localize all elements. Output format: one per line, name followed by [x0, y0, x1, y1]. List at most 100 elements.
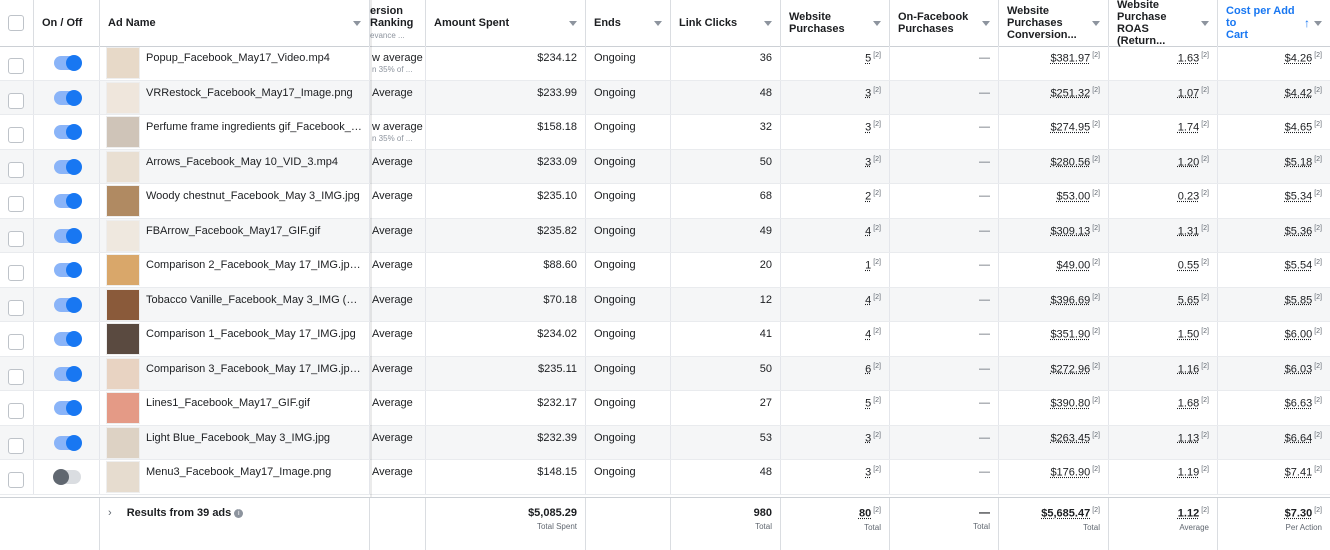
cell-conversion[interactable]: $53.00 [2] [999, 184, 1109, 218]
sort-caret-icon[interactable] [1201, 20, 1209, 26]
table-row[interactable]: VRRestock_Facebook_May17_Image.png Averag… [0, 80, 1330, 115]
table-row[interactable]: FBArrow_Facebook_May17_GIF.gif Average $23… [0, 218, 1330, 253]
chevron-right-icon[interactable]: › [108, 507, 112, 519]
cell-cpatc[interactable]: $6.64 [2] [1218, 426, 1330, 460]
ad-toggle[interactable] [53, 469, 81, 485]
ad-thumbnail[interactable] [106, 150, 140, 183]
cell-purchases[interactable]: 5 [2] [781, 46, 890, 80]
cell-roas[interactable]: 1.50 [2] [1109, 322, 1218, 356]
cell-cpatc[interactable]: $5.36 [2] [1218, 219, 1330, 253]
ad-name-link[interactable]: FBArrow_Facebook_May17_GIF.gif [146, 225, 362, 237]
sort-caret-icon[interactable] [873, 20, 881, 26]
cell-purchases[interactable]: 3 [2] [781, 80, 890, 114]
ad-name-link[interactable]: Perfume frame ingredients gif_Facebook_M… [146, 121, 362, 133]
cell-purchases[interactable]: 4 [2] [781, 322, 890, 356]
row-checkbox[interactable] [8, 92, 24, 109]
cell-cpatc[interactable]: $4.26 [2] [1218, 46, 1330, 80]
row-checkbox[interactable] [8, 58, 24, 74]
ad-thumbnail[interactable] [106, 185, 140, 217]
col-website-purchases[interactable]: Website Purchases [781, 0, 890, 46]
ad-thumbnail[interactable] [106, 81, 140, 114]
cell-conversion[interactable]: $309.13 [2] [999, 218, 1109, 252]
cell-roas[interactable]: 5.65 [2] [1109, 287, 1218, 321]
cell-purchases[interactable]: 3 [2] [781, 149, 890, 183]
cell-cpatc[interactable]: $6.03 [2] [1218, 357, 1330, 391]
table-row[interactable]: Arrows_Facebook_May 10_VID_3.mp4 Average $… [0, 149, 1330, 184]
ad-toggle[interactable] [54, 55, 82, 71]
col-website-purchase-roas[interactable]: Website Purchase ROAS (Return... [1109, 0, 1218, 47]
cell-roas[interactable]: 1.16 [2] [1109, 356, 1218, 390]
cell-roas[interactable]: 1.31 [2] [1109, 218, 1218, 252]
table-row[interactable]: Light Blue_Facebook_May 3_IMG.jpg Average… [0, 425, 1330, 460]
cell-cpatc[interactable]: $4.42 [2] [1218, 81, 1330, 115]
row-checkbox[interactable] [8, 127, 24, 143]
ad-toggle[interactable] [54, 193, 82, 209]
ad-thumbnail[interactable] [106, 254, 140, 286]
cell-purchases[interactable]: 6 [2] [781, 356, 890, 390]
col-amount-spent[interactable]: Amount Spent [426, 0, 586, 46]
row-checkbox[interactable] [8, 230, 24, 247]
row-checkbox[interactable] [8, 161, 24, 178]
ad-name-link[interactable]: Menu3_Facebook_May17_Image.png [146, 466, 362, 478]
select-all-checkbox[interactable] [8, 15, 24, 31]
cell-conversion[interactable]: $351.90 [2] [999, 322, 1109, 356]
ad-name-link[interactable]: Lines1_Facebook_May17_GIF.gif [146, 397, 362, 409]
info-icon[interactable]: i [234, 508, 244, 518]
col-website-purchases-conversion[interactable]: Website Purchases Conversion... [999, 0, 1109, 46]
ad-toggle[interactable] [54, 434, 82, 451]
cell-conversion[interactable]: $263.45 [2] [999, 425, 1109, 459]
col-on-off[interactable]: On / Off [34, 0, 100, 46]
cell-conversion[interactable]: $390.80 [2] [999, 391, 1109, 425]
cell-conversion[interactable]: $272.96 [2] [999, 356, 1109, 390]
ad-toggle[interactable] [54, 89, 82, 106]
table-row[interactable]: Tobacco Vanille_Facebook_May 3_IMG (1).j… [0, 287, 1330, 322]
cell-conversion[interactable]: $49.00 [2] [999, 253, 1109, 287]
ad-toggle[interactable] [54, 400, 82, 416]
cell-roas[interactable]: 1.63 [2] [1109, 46, 1218, 80]
row-checkbox[interactable] [8, 334, 24, 350]
cell-roas[interactable]: 1.74 [2] [1109, 115, 1218, 149]
row-checkbox[interactable] [8, 472, 24, 488]
sort-ascending-icon[interactable]: ↑ [1304, 16, 1310, 30]
sort-caret-icon[interactable] [654, 20, 662, 26]
cell-conversion[interactable]: $396.69 [2] [999, 287, 1109, 321]
cell-cpatc[interactable]: $5.34 [2] [1218, 184, 1330, 218]
sort-caret-icon[interactable] [1314, 20, 1322, 26]
sort-caret-icon[interactable] [569, 20, 577, 26]
row-checkbox[interactable] [8, 265, 24, 281]
cell-conversion[interactable]: $251.32 [2] [999, 80, 1109, 114]
cell-conversion[interactable]: $381.97 [2] [999, 46, 1109, 80]
cell-roas[interactable]: 1.13 [2] [1109, 425, 1218, 459]
table-row[interactable]: Woody chestnut_Facebook_May 3_IMG.jpg Ave… [0, 184, 1330, 219]
cell-cpatc[interactable]: $4.65 [2] [1218, 115, 1330, 149]
row-checkbox[interactable] [8, 368, 24, 385]
sort-caret-icon[interactable] [353, 20, 361, 26]
cell-roas[interactable]: 1.07 [2] [1109, 80, 1218, 114]
cell-purchases[interactable]: 1 [2] [781, 253, 890, 287]
cell-roas[interactable]: 1.20 [2] [1109, 149, 1218, 183]
table-row[interactable]: Menu3_Facebook_May17_Image.png Average $14… [0, 460, 1330, 495]
ad-thumbnail[interactable] [106, 47, 140, 79]
cell-cpatc[interactable]: $7.41 [2] [1218, 460, 1330, 494]
cell-cpatc[interactable]: $5.85 [2] [1218, 288, 1330, 322]
row-checkbox[interactable] [8, 196, 24, 212]
ad-thumbnail[interactable] [106, 357, 140, 390]
cell-conversion[interactable]: $280.56 [2] [999, 149, 1109, 183]
ad-thumbnail[interactable] [106, 116, 140, 148]
ad-thumbnail[interactable] [106, 392, 140, 424]
sort-caret-icon[interactable] [1092, 20, 1100, 26]
ad-toggle[interactable] [54, 158, 82, 175]
col-link-clicks[interactable]: Link Clicks [671, 0, 781, 46]
ad-name-link[interactable]: Woody chestnut_Facebook_May 3_IMG.jpg [146, 190, 362, 202]
ad-toggle[interactable] [54, 227, 82, 244]
table-row[interactable]: Comparison 1_Facebook_May 17_IMG.jpg Aver… [0, 322, 1330, 357]
ad-toggle[interactable] [54, 262, 82, 278]
table-row[interactable]: Lines1_Facebook_May17_GIF.gif Average $232… [0, 391, 1330, 426]
cell-cpatc[interactable]: $5.54 [2] [1218, 253, 1330, 287]
table-row[interactable]: Popup_Facebook_May17_Video.mp4 w average n… [0, 46, 1330, 81]
cell-roas[interactable]: 1.19 [2] [1109, 460, 1218, 494]
row-checkbox[interactable] [8, 437, 24, 454]
row-checkbox[interactable] [8, 299, 24, 316]
ad-name-link[interactable]: Popup_Facebook_May17_Video.mp4 [146, 52, 362, 64]
sort-caret-icon[interactable] [764, 20, 772, 26]
